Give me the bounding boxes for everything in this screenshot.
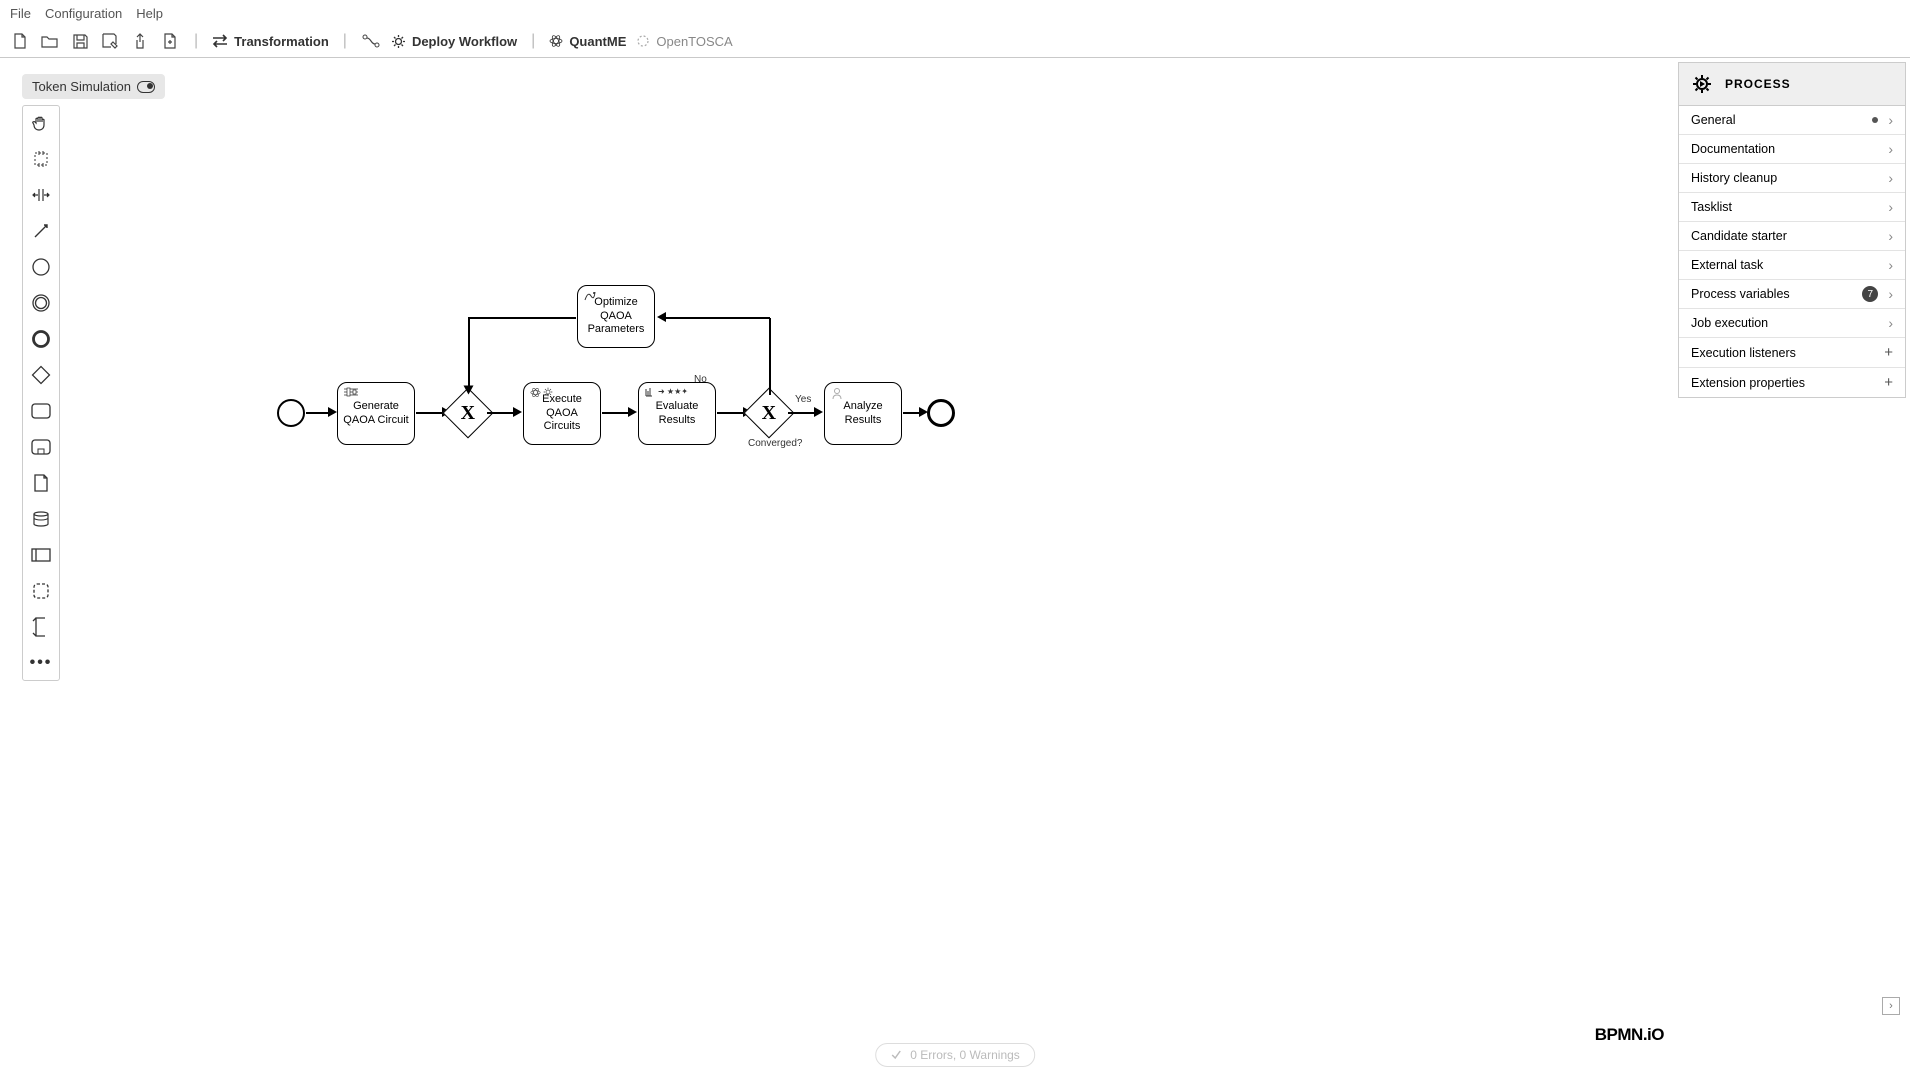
data-object-icon[interactable] [30, 472, 52, 494]
circuit-icon [344, 387, 358, 397]
process-icon [1691, 73, 1713, 95]
chevron-right-icon: › [1888, 315, 1893, 331]
execute-icon [530, 387, 553, 398]
prop-candidate-starter[interactable]: Candidate starter› [1679, 222, 1905, 251]
evaluate-icon: ➜ ★★✦ [645, 387, 688, 397]
prop-job-execution[interactable]: Job execution› [1679, 309, 1905, 338]
start-event-icon[interactable] [30, 256, 52, 278]
task-label: Execute QAOA Circuits [528, 393, 596, 434]
plus-icon: + [1884, 344, 1893, 361]
count-badge: 7 [1862, 286, 1878, 302]
task-label: Generate QAOA Circuit [342, 400, 410, 428]
task-execute[interactable]: Execute QAOA Circuits [523, 382, 601, 445]
prop-tasklist[interactable]: Tasklist› [1679, 193, 1905, 222]
start-event[interactable] [277, 399, 305, 427]
chevron-right-icon: › [1888, 286, 1893, 302]
chevron-right-icon: › [1888, 199, 1893, 215]
chevron-right-icon: › [1888, 141, 1893, 157]
hand-tool-icon[interactable] [30, 112, 52, 134]
task-optimize[interactable]: Optimize QAOA Parameters [577, 285, 655, 348]
prop-external-task[interactable]: External task› [1679, 251, 1905, 280]
chevron-right-icon: › [1888, 228, 1893, 244]
opentosca-icon [636, 34, 650, 48]
task-label: Optimize QAOA Parameters [582, 296, 650, 337]
curve-icon [584, 290, 596, 302]
token-simulation-toggle[interactable]: Token Simulation [22, 74, 165, 99]
transformation-button[interactable]: Transformation [212, 34, 329, 49]
open-folder-icon[interactable] [40, 31, 60, 51]
deploy-workflow-button[interactable]: Deploy Workflow [391, 34, 517, 49]
intermediate-event-icon[interactable] [30, 292, 52, 314]
menu-configuration[interactable]: Configuration [45, 6, 122, 21]
gateway-merge[interactable]: X [443, 388, 494, 439]
prop-process-variables[interactable]: Process variables7› [1679, 280, 1905, 309]
new-file-icon[interactable] [10, 31, 30, 51]
properties-panel: PROCESS General› Documentation› History … [1678, 62, 1906, 398]
group-icon[interactable] [30, 580, 52, 602]
task-label: Analyze Results [829, 400, 897, 428]
end-event-icon[interactable] [30, 328, 52, 350]
text-annotation-icon[interactable] [30, 616, 52, 638]
flow-yes-label: Yes [795, 394, 811, 405]
atom-icon [549, 34, 563, 48]
space-tool-icon[interactable] [30, 184, 52, 206]
canvas[interactable]: Generate QAOA Circuit X Execute QAOA Cir… [0, 50, 1680, 1051]
task-generate[interactable]: Generate QAOA Circuit [337, 382, 415, 445]
prop-history-cleanup[interactable]: History cleanup› [1679, 164, 1905, 193]
separator: | [194, 32, 198, 50]
menu-help[interactable]: Help [136, 6, 163, 21]
palette: ••• [22, 105, 60, 681]
flow-no-label: No [694, 374, 707, 385]
opentosca-button[interactable]: OpenTOSCA [636, 34, 732, 49]
chevron-right-icon: › [1888, 170, 1893, 186]
task-label: Evaluate Results [643, 400, 711, 428]
new-doc-plus-icon[interactable] [160, 31, 180, 51]
workflow-icon[interactable] [361, 31, 381, 51]
participant-icon[interactable] [30, 544, 52, 566]
task-evaluate[interactable]: ➜ ★★✦ Evaluate Results [638, 382, 716, 445]
separator: | [531, 32, 535, 50]
prop-general[interactable]: General› [1679, 106, 1905, 135]
user-icon [831, 387, 843, 399]
task-icon[interactable] [30, 400, 52, 422]
status-bar[interactable]: 0 Errors, 0 Warnings [875, 1043, 1035, 1067]
chevron-right-icon: › [1888, 112, 1893, 128]
transformation-icon [212, 34, 228, 48]
chevron-right-icon: › [1888, 257, 1893, 273]
collapse-panel-button[interactable]: › [1882, 997, 1900, 1015]
share-icon[interactable] [130, 31, 150, 51]
plus-icon: + [1884, 374, 1893, 391]
gateway-converged[interactable]: X [744, 388, 795, 439]
menu-file[interactable]: File [10, 6, 31, 21]
prop-documentation[interactable]: Documentation› [1679, 135, 1905, 164]
menu-bar: File Configuration Help [0, 0, 1910, 27]
more-icon[interactable]: ••• [30, 652, 52, 674]
panel-header: PROCESS [1679, 63, 1905, 106]
indicator-dot-icon [1872, 117, 1878, 123]
save-edit-icon[interactable] [100, 31, 120, 51]
prop-execution-listeners[interactable]: Execution listeners+ [1679, 338, 1905, 368]
prop-extension-properties[interactable]: Extension properties+ [1679, 368, 1905, 397]
toggle-icon [137, 81, 155, 93]
connect-tool-icon[interactable] [30, 220, 52, 242]
lasso-tool-icon[interactable] [30, 148, 52, 170]
data-store-icon[interactable] [30, 508, 52, 530]
separator: | [343, 32, 347, 50]
subprocess-icon[interactable] [30, 436, 52, 458]
gateway-label: Converged? [748, 438, 802, 449]
quantme-button[interactable]: QuantME [549, 34, 626, 49]
end-event[interactable] [927, 399, 955, 427]
gear-icon [391, 34, 406, 49]
gateway-icon[interactable] [30, 364, 52, 386]
task-analyze[interactable]: Analyze Results [824, 382, 902, 445]
save-icon[interactable] [70, 31, 90, 51]
